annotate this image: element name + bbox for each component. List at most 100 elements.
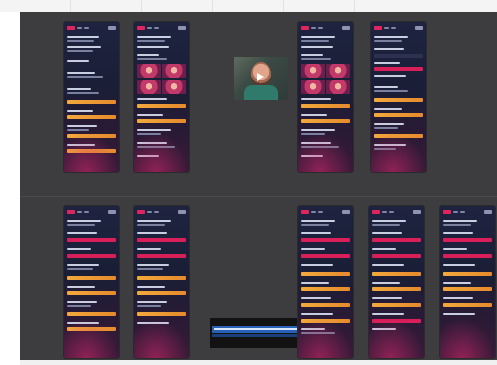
primary-button[interactable]	[301, 287, 350, 291]
header-button[interactable]	[484, 209, 492, 214]
text-line	[67, 110, 93, 112]
thumbnail-grid	[137, 64, 186, 94]
primary-button[interactable]	[67, 291, 116, 295]
header-button[interactable]	[108, 209, 116, 214]
primary-button[interactable]	[301, 119, 350, 123]
phone-frame-1[interactable]	[64, 22, 119, 172]
video-thumbnail[interactable]	[301, 79, 325, 94]
primary-button[interactable]	[67, 115, 116, 119]
text-line	[301, 114, 327, 116]
phone-frame-4[interactable]	[371, 22, 426, 172]
nav-tab[interactable]	[391, 26, 396, 29]
phone-frame-6[interactable]	[134, 206, 189, 358]
text-line	[67, 72, 95, 74]
primary-button[interactable]	[374, 113, 423, 117]
nav-tab[interactable]	[147, 26, 152, 29]
primary-button[interactable]	[372, 287, 421, 291]
accent-button[interactable]	[443, 238, 492, 242]
video-banner[interactable]	[210, 318, 308, 348]
play-icon[interactable]	[257, 73, 264, 81]
phone-frame-8[interactable]	[369, 206, 424, 358]
primary-button[interactable]	[67, 312, 116, 316]
nav-tab[interactable]	[384, 26, 389, 29]
phone-frame-2[interactable]	[134, 22, 189, 172]
nav-tab[interactable]	[311, 26, 316, 29]
nav-tab[interactable]	[311, 210, 316, 213]
text-line	[374, 123, 404, 125]
header-button[interactable]	[415, 25, 423, 30]
accent-button[interactable]	[372, 238, 421, 242]
nav-tab[interactable]	[84, 210, 89, 213]
primary-button[interactable]	[67, 100, 116, 104]
primary-button[interactable]	[137, 104, 186, 108]
header-button[interactable]	[178, 25, 186, 30]
text-line	[301, 220, 335, 222]
video-thumbnail[interactable]	[326, 64, 350, 79]
left-margin	[0, 12, 20, 365]
header-button[interactable]	[108, 25, 116, 30]
video-thumbnail[interactable]	[326, 79, 350, 94]
nav-tab[interactable]	[389, 210, 394, 213]
accent-button[interactable]	[67, 254, 116, 258]
primary-button[interactable]	[137, 291, 186, 295]
primary-button[interactable]	[137, 312, 186, 316]
app-logo	[301, 209, 309, 214]
primary-button[interactable]	[301, 104, 350, 108]
primary-button[interactable]	[443, 287, 492, 291]
nav-tab[interactable]	[453, 210, 458, 213]
background-glow	[298, 132, 353, 172]
accent-button[interactable]	[372, 254, 421, 258]
phone-frame-5[interactable]	[64, 206, 119, 358]
accent-button[interactable]	[301, 238, 350, 242]
video-thumbnail[interactable]	[162, 79, 186, 94]
primary-button[interactable]	[372, 303, 421, 307]
phone-frame-7[interactable]	[298, 206, 353, 358]
primary-button[interactable]	[374, 98, 423, 102]
primary-button[interactable]	[67, 276, 116, 280]
accent-button[interactable]	[137, 238, 186, 242]
phone-frame-9[interactable]	[440, 206, 495, 358]
text-line	[301, 282, 329, 284]
nav-tab[interactable]	[77, 26, 82, 29]
video-thumbnail[interactable]	[162, 64, 186, 79]
text-line	[301, 58, 331, 60]
primary-button[interactable]	[301, 272, 350, 276]
nav-tab[interactable]	[154, 210, 159, 213]
text-line	[67, 60, 89, 62]
accent-button[interactable]	[137, 254, 186, 258]
app-header	[67, 25, 116, 30]
text-line	[67, 40, 94, 42]
accent-button[interactable]	[301, 254, 350, 258]
accent-button[interactable]	[67, 238, 116, 242]
primary-button[interactable]	[443, 272, 492, 276]
text-line	[137, 98, 167, 100]
header-button[interactable]	[342, 209, 350, 214]
dropdown-field[interactable]	[374, 54, 423, 58]
accent-button[interactable]	[443, 254, 492, 258]
nav-tab[interactable]	[147, 210, 152, 213]
header-button[interactable]	[413, 209, 421, 214]
video-thumbnail[interactable]	[301, 64, 325, 79]
nav-tab[interactable]	[318, 210, 323, 213]
app-logo	[443, 209, 451, 214]
nav-tab[interactable]	[382, 210, 387, 213]
primary-button[interactable]	[301, 303, 350, 307]
video-thumbnail[interactable]	[137, 79, 161, 94]
accent-button[interactable]	[374, 67, 423, 71]
nav-tab[interactable]	[460, 210, 465, 213]
primary-button[interactable]	[137, 276, 186, 280]
video-thumbnail[interactable]	[137, 64, 161, 79]
nav-tab[interactable]	[84, 26, 89, 29]
header-button[interactable]	[178, 209, 186, 214]
nav-tab[interactable]	[154, 26, 159, 29]
primary-button[interactable]	[443, 303, 492, 307]
phone-frame-3[interactable]	[298, 22, 353, 172]
nav-tab[interactable]	[77, 210, 82, 213]
header-button[interactable]	[342, 25, 350, 30]
primary-button[interactable]	[137, 119, 186, 123]
nav-tab[interactable]	[318, 26, 323, 29]
text-line	[372, 248, 396, 250]
primary-button[interactable]	[372, 272, 421, 276]
video-preview[interactable]	[234, 57, 288, 100]
text-line	[301, 248, 325, 250]
